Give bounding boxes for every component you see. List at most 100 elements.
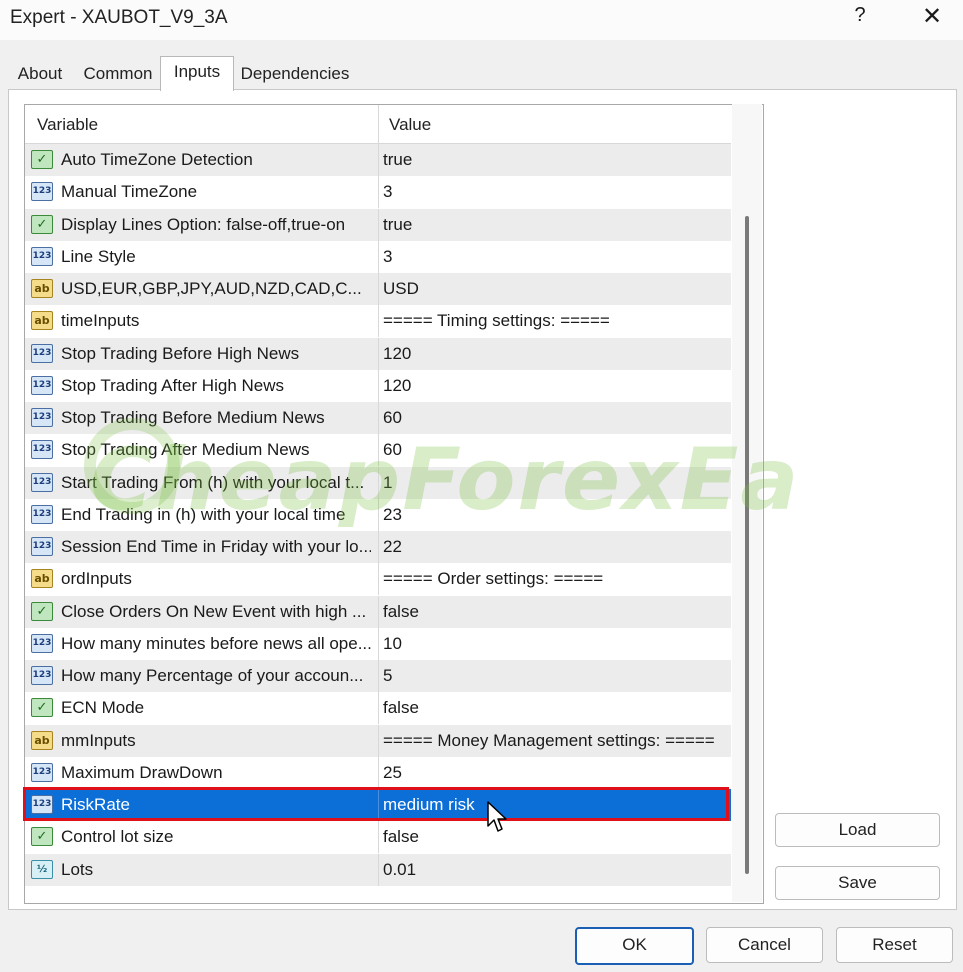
num-type-icon: 123 — [31, 537, 53, 556]
input-row[interactable]: 123 Start Trading From (h) with your loca… — [25, 466, 731, 499]
input-value-cell[interactable]: 120 — [383, 370, 723, 402]
input-value-cell[interactable]: 22 — [383, 531, 723, 563]
input-value-cell[interactable]: true — [383, 209, 723, 241]
window-title: Expert - XAUBOT_V9_3A — [10, 7, 228, 28]
cell-divider — [378, 434, 379, 467]
input-variable-name: Display Lines Option: false-off,true-on — [61, 214, 346, 234]
column-divider[interactable] — [378, 105, 379, 143]
num-type-icon: 123 — [31, 182, 53, 202]
input-variable-name: How many Percentage of your accoun... — [61, 666, 364, 685]
input-value-cell[interactable]: 0.01 — [383, 854, 723, 886]
input-variable-name: Maximum DrawDown — [61, 762, 223, 782]
cancel-button[interactable]: Cancel — [706, 927, 823, 963]
input-row[interactable]: ✓ Display Lines Option: false-off,true-on… — [25, 208, 731, 241]
load-button[interactable]: Load — [775, 813, 940, 847]
input-row[interactable]: ✓ Auto TimeZone Detection true — [25, 144, 731, 176]
help-button[interactable]: ? — [848, 4, 872, 27]
cell-divider — [378, 208, 379, 241]
input-row[interactable]: 123 Line Style 3 — [25, 240, 731, 273]
input-value-cell[interactable]: 23 — [383, 499, 723, 531]
cell-divider — [378, 821, 379, 854]
cell-divider — [378, 595, 379, 628]
tab-about[interactable]: About — [10, 60, 70, 90]
num-type-icon: 123 — [31, 408, 53, 427]
grid-header: Variable Value — [25, 105, 731, 144]
input-value-cell[interactable]: 5 — [383, 660, 723, 692]
bool-type-icon: ✓ — [31, 601, 53, 621]
input-row[interactable]: ✓ Close Orders On New Event with high ...… — [25, 595, 731, 628]
input-row[interactable]: 123 Stop Trading After Medium News 60 — [25, 434, 731, 467]
cell-divider — [378, 466, 379, 499]
inputs-grid: Variable Value ✓ Auto TimeZone Detection t… — [24, 104, 764, 904]
input-row[interactable]: ab timeInputs ===== Timing settings: ===== — [25, 305, 731, 338]
input-row[interactable]: 123 How many minutes before news all ope.… — [25, 627, 731, 660]
input-value-cell[interactable]: ===== Timing settings: ===== — [383, 305, 723, 337]
input-value-cell[interactable]: 60 — [383, 402, 723, 434]
close-icon[interactable]: ✕ — [918, 2, 946, 31]
input-value-cell[interactable]: USD — [383, 273, 723, 305]
title-bar: Expert - XAUBOT_V9_3A ? ✕ — [0, 0, 963, 40]
input-value-cell[interactable]: 10 — [383, 628, 723, 660]
input-row[interactable]: 123 Session End Time in Friday with your … — [25, 531, 731, 563]
input-value-cell[interactable]: 25 — [383, 757, 723, 789]
reset-button[interactable]: Reset — [836, 927, 953, 963]
input-value-cell[interactable]: 3 — [383, 241, 723, 273]
input-row[interactable]: ✓ ECN Mode false — [25, 692, 731, 725]
input-variable-name: USD,EUR,GBP,JPY,AUD,NZD,CAD,C... — [61, 279, 362, 298]
bool-type-icon: ✓ — [31, 214, 53, 234]
input-variable-name: mmInputs — [61, 730, 136, 750]
input-variable-name: Start Trading From (h) with your local t… — [61, 472, 365, 492]
input-row[interactable]: 123 Stop Trading After High News 120 — [25, 369, 731, 402]
input-row[interactable]: ab mmInputs ===== Money Management setting… — [25, 724, 731, 757]
input-row[interactable]: 123 Manual TimeZone 3 — [25, 176, 731, 209]
input-variable-name: Lots — [61, 859, 94, 879]
grid-scrollbar[interactable] — [732, 104, 762, 902]
input-row[interactable]: ab ordInputs ===== Order settings: ===== — [25, 563, 731, 596]
cell-divider — [378, 563, 379, 596]
input-variable-name: Session End Time in Friday with your lo.… — [61, 537, 371, 556]
cell-divider — [378, 305, 379, 338]
column-header-value[interactable]: Value — [389, 105, 431, 143]
tab-common[interactable]: Common — [78, 60, 158, 90]
input-row[interactable]: 123 End Trading in (h) with your local ti… — [25, 498, 731, 531]
input-row[interactable]: 123 Stop Trading Before High News 120 — [25, 337, 731, 370]
input-value-cell[interactable]: ===== Money Management settings: ===== — [383, 725, 723, 757]
input-row[interactable]: 123 Stop Trading Before Medium News 60 — [25, 402, 731, 434]
cell-divider — [378, 789, 379, 821]
input-variable-name: Stop Trading After Medium News — [61, 440, 310, 460]
input-value-cell[interactable]: false — [383, 596, 723, 628]
input-row[interactable]: 123 How many Percentage of your accoun...… — [25, 660, 731, 692]
input-variable-name: Stop Trading Before Medium News — [61, 408, 325, 427]
input-variable-name: Close Orders On New Event with high ... — [61, 601, 367, 621]
cell-divider — [378, 756, 379, 789]
input-row[interactable]: ½ Lots 0.01 — [25, 853, 731, 886]
input-value-cell[interactable]: false — [383, 692, 723, 724]
str-type-icon: ab — [31, 569, 53, 589]
input-value-cell[interactable]: 120 — [383, 338, 723, 370]
input-value-cell[interactable]: 3 — [383, 176, 723, 208]
input-value-cell[interactable]: medium risk — [383, 789, 723, 821]
input-variable-name: ECN Mode — [61, 698, 145, 718]
input-value-cell[interactable]: 1 — [383, 467, 723, 499]
tab-dependencies[interactable]: Dependencies — [234, 60, 356, 90]
column-header-variable[interactable]: Variable — [37, 105, 98, 143]
num-type-icon: 123 — [31, 666, 53, 685]
input-value-cell[interactable]: true — [383, 144, 723, 176]
ok-button[interactable]: OK — [575, 927, 694, 965]
input-row[interactable]: ✓ Control lot size false — [25, 821, 731, 854]
str-type-icon: ab — [31, 279, 53, 298]
scrollbar-thumb[interactable] — [745, 216, 749, 874]
save-button[interactable]: Save — [775, 866, 940, 900]
cell-divider — [378, 176, 379, 209]
input-variable-name: Control lot size — [61, 827, 174, 847]
input-variable-name: Stop Trading After High News — [61, 375, 285, 395]
num-type-icon: 123 — [31, 375, 53, 395]
input-value-cell[interactable]: false — [383, 821, 723, 853]
input-row[interactable]: ab USD,EUR,GBP,JPY,AUD,NZD,CAD,C... USD — [25, 273, 731, 305]
tab-inputs[interactable]: Inputs — [160, 56, 234, 91]
input-row[interactable]: 123 RiskRate medium risk — [25, 789, 731, 821]
input-value-cell[interactable]: ===== Order settings: ===== — [383, 563, 723, 595]
input-row[interactable]: 123 Maximum DrawDown 25 — [25, 756, 731, 789]
cell-divider — [378, 692, 379, 725]
input-value-cell[interactable]: 60 — [383, 434, 723, 466]
